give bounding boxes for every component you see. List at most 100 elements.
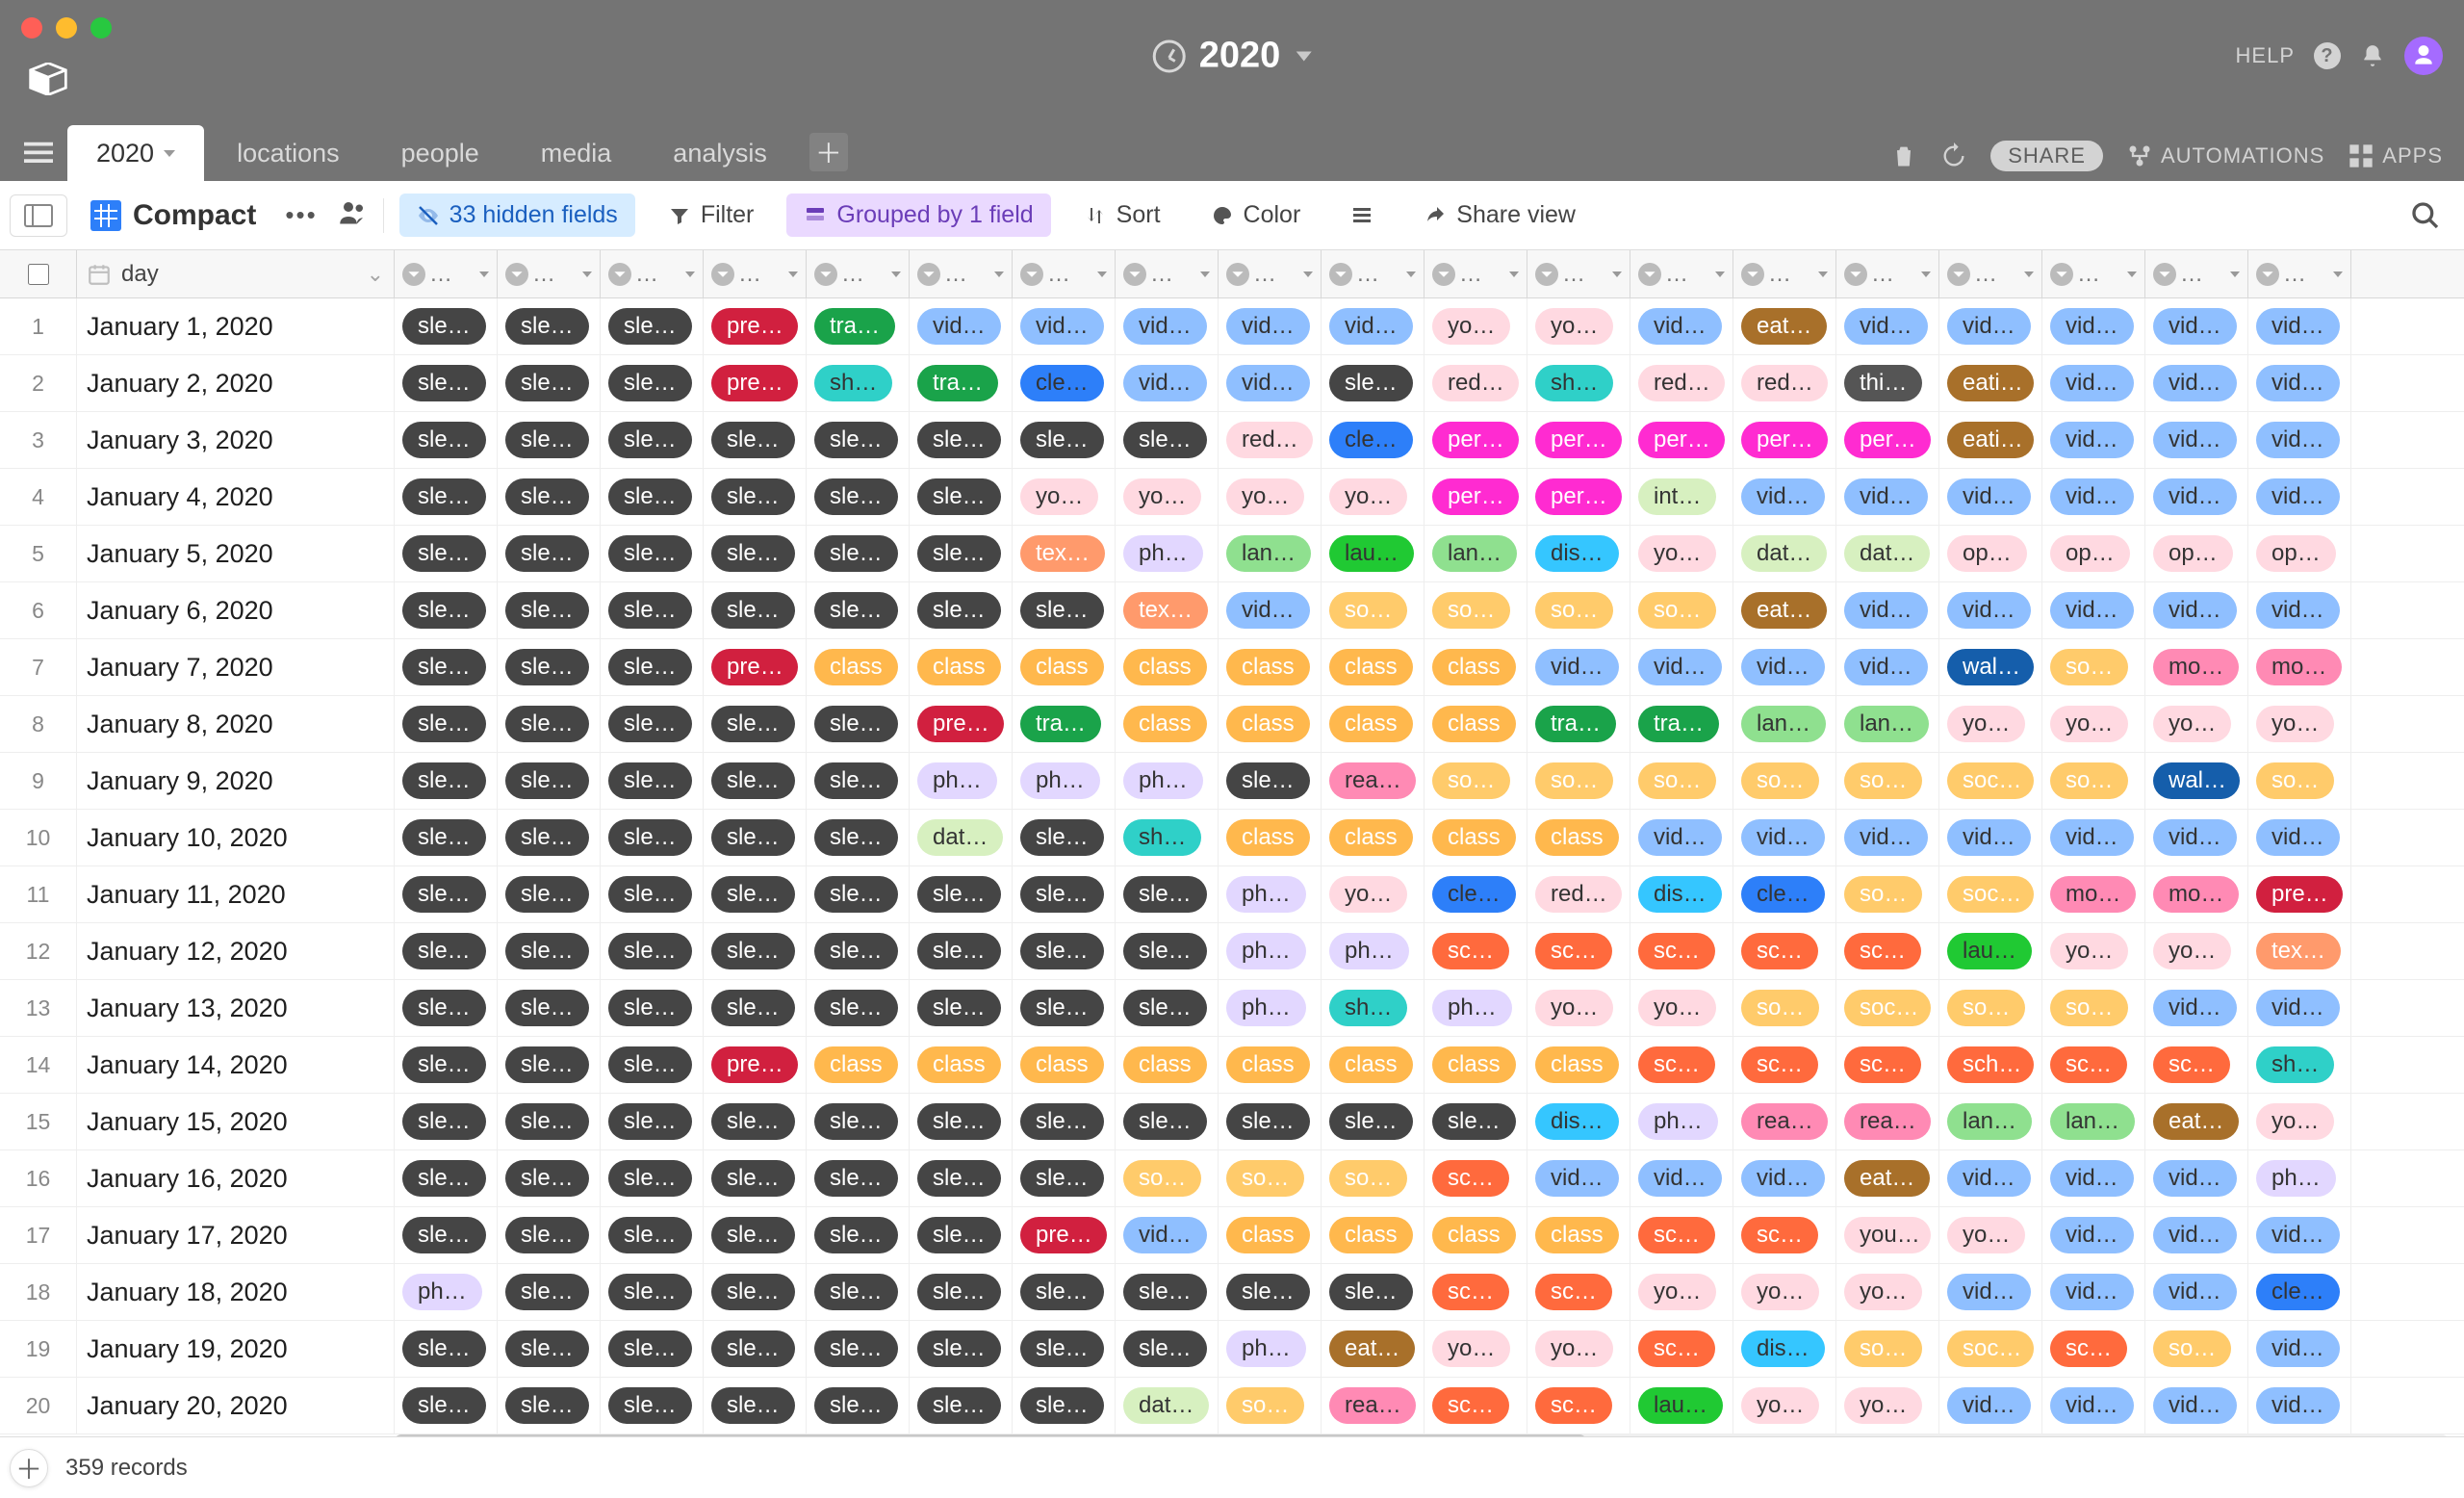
cell-tag[interactable]: sle…	[1013, 866, 1116, 922]
cell-tag[interactable]: ph…	[1219, 866, 1322, 922]
cell-tag[interactable]: sle…	[807, 526, 910, 581]
cell-tag[interactable]: sle…	[1013, 810, 1116, 865]
cell-tag[interactable]: sc…	[1836, 923, 1939, 979]
cell-tag[interactable]: tra…	[910, 355, 1013, 411]
cell-tag[interactable]: sle…	[498, 1378, 601, 1433]
cell-tag[interactable]: yo…	[1219, 469, 1322, 525]
cell-tag[interactable]: sle…	[910, 526, 1013, 581]
cell-tag[interactable]: sc…	[1527, 1264, 1630, 1320]
cell-tag[interactable]: per…	[1424, 469, 1527, 525]
cell-tag[interactable]: sle…	[1424, 1094, 1527, 1149]
cell-tag[interactable]: sle…	[704, 696, 807, 752]
table-row[interactable]: 13January 13, 2020sle…sle…sle…sle…sle…sl…	[0, 980, 2464, 1037]
cell-tag[interactable]: vid…	[1836, 639, 1939, 695]
cell-tag[interactable]: ph…	[1322, 923, 1424, 979]
cell-tag[interactable]: sc…	[2145, 1037, 2248, 1093]
cell-tag[interactable]: vid…	[1733, 639, 1836, 695]
cell-tag[interactable]: tra…	[1013, 696, 1116, 752]
cell-tag[interactable]: sle…	[1116, 1321, 1219, 1377]
cell-tag[interactable]: sc…	[1733, 1037, 1836, 1093]
cell-tag[interactable]: soc…	[1939, 866, 2042, 922]
cell-tag[interactable]: sle…	[498, 1264, 601, 1320]
cell-tag[interactable]: op…	[2145, 526, 2248, 581]
column-header-field[interactable]: …	[910, 250, 1013, 297]
cell-tag[interactable]: so…	[2248, 753, 2351, 809]
cell-tag[interactable]: ph…	[1116, 753, 1219, 809]
cell-tag[interactable]: sle…	[601, 923, 704, 979]
cell-tag[interactable]: cle…	[2248, 1264, 2351, 1320]
cell-tag[interactable]: op…	[2042, 526, 2145, 581]
cell-tag[interactable]: sle…	[395, 980, 498, 1036]
cell-tag[interactable]: yo…	[1733, 1264, 1836, 1320]
cell-tag[interactable]: vid…	[1939, 1150, 2042, 1206]
cell-day[interactable]: January 15, 2020	[77, 1094, 395, 1149]
cell-tag[interactable]: yo…	[2145, 923, 2248, 979]
cell-tag[interactable]: dat…	[910, 810, 1013, 865]
cell-tag[interactable]: so…	[1939, 980, 2042, 1036]
cell-tag[interactable]: sc…	[1630, 923, 1733, 979]
cell-tag[interactable]: lan…	[1219, 526, 1322, 581]
column-header-field[interactable]: …	[1630, 250, 1733, 297]
table-row[interactable]: 10January 10, 2020sle…sle…sle…sle…sle…da…	[0, 810, 2464, 866]
cell-tag[interactable]: vid…	[2248, 1378, 2351, 1433]
tab-media[interactable]: media	[512, 125, 641, 181]
cell-day[interactable]: January 2, 2020	[77, 355, 395, 411]
cell-tag[interactable]: mo…	[2145, 639, 2248, 695]
cell-tag[interactable]: lau…	[1939, 923, 2042, 979]
cell-tag[interactable]: sle…	[395, 1321, 498, 1377]
filter-button[interactable]: Filter	[651, 194, 772, 237]
cell-tag[interactable]: sle…	[1219, 1094, 1322, 1149]
cell-tag[interactable]: yo…	[1733, 1378, 1836, 1433]
column-header-field[interactable]: …	[601, 250, 704, 297]
cell-tag[interactable]: sle…	[910, 980, 1013, 1036]
cell-tag[interactable]: sle…	[807, 582, 910, 638]
cell-tag[interactable]: sle…	[704, 1207, 807, 1263]
cell-tag[interactable]: sle…	[704, 526, 807, 581]
table-row[interactable]: 2January 2, 2020sle…sle…sle…pre…sh…tra…c…	[0, 355, 2464, 412]
cell-tag[interactable]: class	[1527, 1207, 1630, 1263]
table-row[interactable]: 7January 7, 2020sle…sle…sle…pre…classcla…	[0, 639, 2464, 696]
cell-tag[interactable]: sle…	[807, 1378, 910, 1433]
cell-tag[interactable]: sle…	[601, 1037, 704, 1093]
cell-tag[interactable]: sle…	[498, 412, 601, 468]
cell-tag[interactable]: vid…	[2145, 980, 2248, 1036]
cell-tag[interactable]: sc…	[2042, 1037, 2145, 1093]
column-header-field[interactable]: …	[1836, 250, 1939, 297]
cell-tag[interactable]: sle…	[704, 412, 807, 468]
cell-tag[interactable]: sle…	[704, 1150, 807, 1206]
cell-tag[interactable]: vid…	[2145, 355, 2248, 411]
cell-tag[interactable]: sle…	[807, 1264, 910, 1320]
cell-day[interactable]: January 13, 2020	[77, 980, 395, 1036]
table-row[interactable]: 14January 14, 2020sle…sle…sle…pre…classc…	[0, 1037, 2464, 1094]
cell-tag[interactable]: sle…	[601, 1378, 704, 1433]
cell-tag[interactable]: vid…	[1630, 1150, 1733, 1206]
table-row[interactable]: 3January 3, 2020sle…sle…sle…sle…sle…sle……	[0, 412, 2464, 469]
cell-tag[interactable]: sle…	[1219, 753, 1322, 809]
cell-tag[interactable]: sle…	[601, 1207, 704, 1263]
cell-tag[interactable]: sle…	[1013, 412, 1116, 468]
cell-tag[interactable]: so…	[1219, 1378, 1322, 1433]
cell-tag[interactable]: sc…	[1630, 1037, 1733, 1093]
cell-tag[interactable]: rea…	[1322, 753, 1424, 809]
cell-tag[interactable]: sle…	[910, 1094, 1013, 1149]
cell-tag[interactable]: sle…	[807, 980, 910, 1036]
cell-tag[interactable]: vid…	[2042, 1207, 2145, 1263]
cell-tag[interactable]: cle…	[1424, 866, 1527, 922]
cell-tag[interactable]: vid…	[1013, 298, 1116, 354]
cell-tag[interactable]: vid…	[2145, 1150, 2248, 1206]
cell-tag[interactable]: sle…	[704, 469, 807, 525]
cell-tag[interactable]: eati…	[1939, 412, 2042, 468]
cell-tag[interactable]: vid…	[910, 298, 1013, 354]
cell-tag[interactable]: thi…	[1836, 355, 1939, 411]
tab-people[interactable]: people	[372, 125, 508, 181]
cell-tag[interactable]: sle…	[1322, 1264, 1424, 1320]
table-row[interactable]: 9January 9, 2020sle…sle…sle…sle…sle…ph…p…	[0, 753, 2464, 810]
cell-tag[interactable]: ph…	[1116, 526, 1219, 581]
cell-tag[interactable]: vid…	[2042, 1378, 2145, 1433]
add-row-button[interactable]: ＋	[10, 1449, 48, 1487]
cell-tag[interactable]: sle…	[704, 923, 807, 979]
cell-tag[interactable]: sle…	[910, 1264, 1013, 1320]
cell-tag[interactable]: vid…	[1939, 582, 2042, 638]
cell-tag[interactable]: sc…	[2042, 1321, 2145, 1377]
cell-tag[interactable]: class	[1219, 1207, 1322, 1263]
